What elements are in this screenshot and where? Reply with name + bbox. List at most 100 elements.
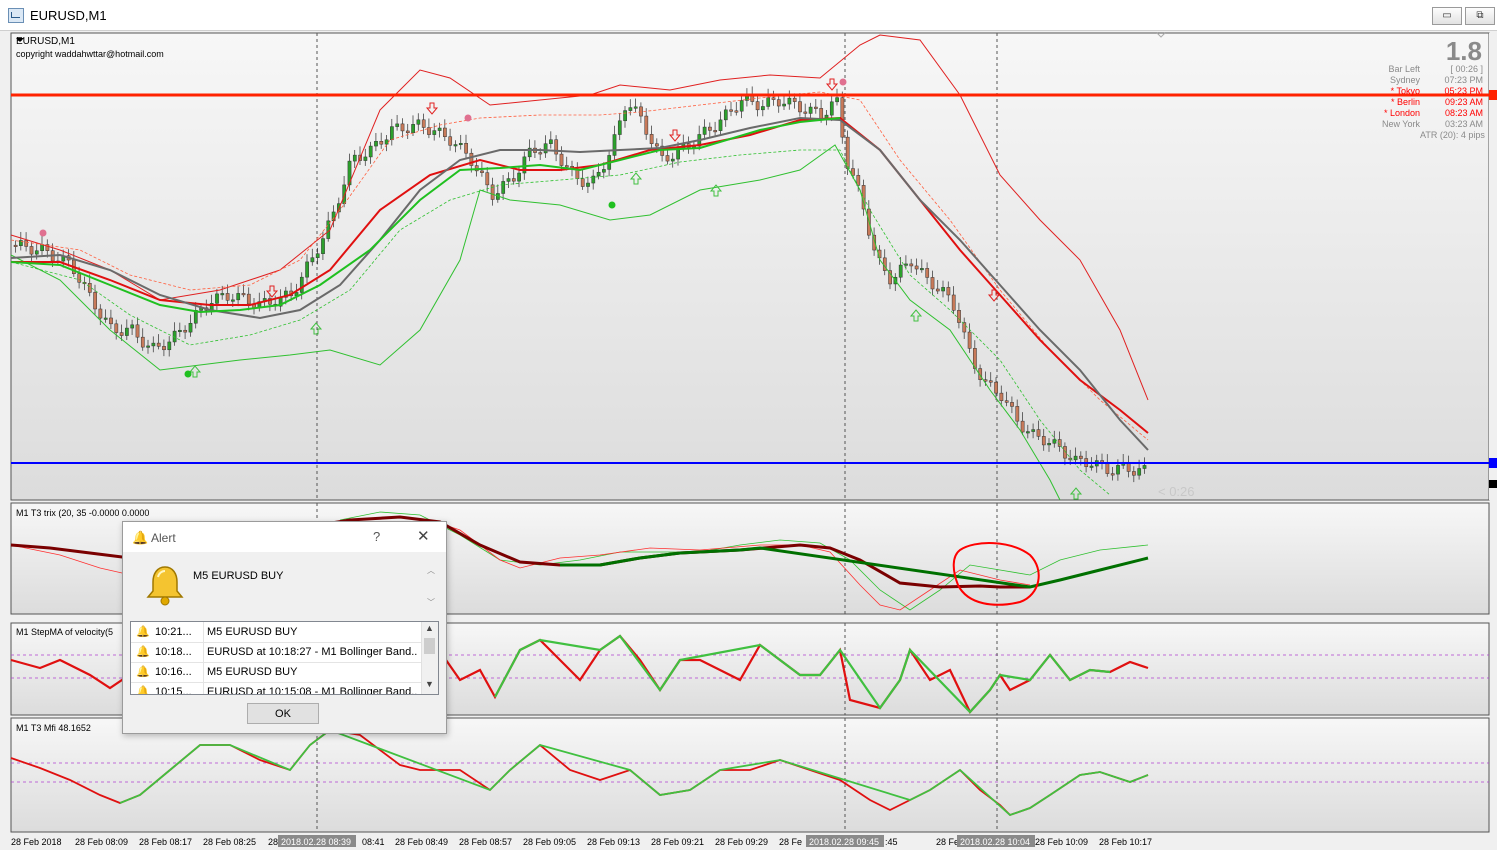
alert-history-row[interactable]: 🔔 10:18... EURUSD at 10:18:27 - M1 Bolling…: [131, 642, 421, 663]
main-price-panel[interactable]: EURUSD,M1 copyright waddahwttar@hotmail.…: [10, 32, 1490, 501]
candle: [702, 126, 707, 135]
candle: [24, 240, 29, 247]
alert-titlebar[interactable]: 🔔 Alert ? ✕: [123, 522, 446, 552]
chevron-down-icon[interactable]: ▼: [425, 679, 434, 689]
session-time: 07:23 PM: [1444, 75, 1483, 85]
alert-row-time: 10:18...: [155, 646, 192, 658]
session-time: [ 00:26 ]: [1450, 64, 1483, 74]
candle: [564, 165, 569, 168]
restore-button[interactable]: ⧉: [1465, 7, 1495, 25]
candle: [1041, 436, 1046, 446]
candle: [904, 263, 908, 266]
window-titlebar: EURUSD,M1 ▭ ⧉: [0, 0, 1497, 31]
close-button[interactable]: ✕: [417, 527, 430, 545]
candle: [580, 178, 585, 187]
candle: [29, 246, 34, 255]
candle: [1089, 465, 1094, 468]
minimize-button[interactable]: ▭: [1432, 7, 1462, 25]
session-label: * London: [1384, 108, 1420, 118]
candle: [1052, 439, 1057, 444]
candle: [156, 342, 161, 347]
time-axis-label: 28 Feb 09:29: [715, 837, 768, 847]
time-axis-label: 28 Feb 08:09: [75, 837, 128, 847]
candle: [644, 115, 649, 135]
candle: [517, 172, 521, 182]
list-scrollbar[interactable]: ▲ ▼: [421, 622, 438, 694]
candle: [178, 329, 182, 332]
candle: [586, 182, 590, 187]
ok-button[interactable]: OK: [247, 703, 319, 724]
alert-dialog[interactable]: 🔔 Alert ? ✕ M5 EURUSD BUY ︿ ﹀ 🔔 10:15... E…: [122, 521, 447, 734]
session-label: Sydney: [1390, 75, 1421, 85]
mfi-panel[interactable]: M1 T3 Mfi 48.1652: [10, 717, 1490, 833]
alert-history-list[interactable]: 🔔 10:15... EURUSD at 10:15:08 - M1 Bolling…: [130, 621, 439, 695]
candle: [1116, 465, 1120, 475]
candle: [1137, 468, 1142, 476]
candle: [151, 342, 156, 347]
alert-message: M5 EURUSD BUY: [193, 570, 284, 582]
candle: [1079, 455, 1083, 459]
candle: [1105, 462, 1110, 474]
session-time: 05:23 PM: [1444, 86, 1483, 96]
candle: [951, 294, 956, 311]
time-axis-label: 28 Feb 10:17: [1099, 837, 1152, 847]
alert-history-row[interactable]: 🔔 10:15... EURUSD at 10:15:08 - M1 Bolling…: [131, 682, 421, 695]
candle: [829, 101, 834, 116]
price-axis[interactable]: [1489, 33, 1497, 500]
candle: [427, 127, 431, 135]
candle: [506, 178, 511, 182]
candle: [835, 97, 839, 103]
candle: [453, 144, 458, 147]
candle: [739, 100, 744, 112]
alert-history-row[interactable]: 🔔 10:16... M5 EURUSD BUY: [131, 662, 421, 683]
candle: [321, 238, 325, 254]
alert-message-area: M5 EURUSD BUY ︿ ﹀: [131, 557, 437, 619]
candle: [485, 172, 490, 186]
candle: [840, 97, 845, 138]
time-axis-label: 28 Feb 09:13: [587, 837, 640, 847]
candle: [994, 381, 998, 394]
time-axis[interactable]: 28 Feb 2018 28 Feb 08:09 28 Feb 08:17 28 Fe…: [0, 833, 1497, 850]
bell-icon: 🔔: [136, 686, 150, 695]
candle: [501, 181, 506, 194]
scroll-down-icon[interactable]: ﹀: [427, 597, 435, 608]
candle: [464, 143, 468, 154]
time-axis-label: 08:41: [362, 837, 385, 847]
session-label: Bar Left: [1388, 64, 1420, 74]
candle: [1026, 431, 1030, 434]
candle: [914, 265, 919, 270]
candle: [98, 308, 103, 319]
candle: [77, 273, 82, 283]
candle: [930, 277, 935, 290]
candle: [988, 380, 993, 383]
candle: [1126, 462, 1131, 472]
candle: [125, 327, 129, 336]
candle: [437, 127, 442, 131]
candle: [246, 293, 251, 305]
candle: [782, 103, 786, 107]
alert-history-row[interactable]: 🔔 10:21... M5 EURUSD BUY: [131, 622, 421, 643]
candle: [670, 158, 675, 162]
candle: [713, 130, 718, 133]
time-axis-label: 28 Feb 2018: [11, 837, 62, 847]
candle: [395, 123, 400, 127]
candle: [925, 268, 930, 278]
session-label: New York: [1382, 119, 1421, 129]
candle: [649, 134, 654, 144]
candle: [792, 97, 797, 102]
candle: [798, 101, 802, 113]
time-axis-label: :45: [885, 837, 898, 847]
session-time: 08:23 AM: [1445, 108, 1483, 118]
candle: [87, 283, 92, 293]
candle: [103, 317, 108, 320]
spread-value: 1.8: [1446, 36, 1482, 66]
chevron-up-icon[interactable]: ▲: [425, 623, 434, 633]
candle: [946, 287, 951, 296]
candle: [34, 250, 39, 255]
scroll-up-icon[interactable]: ︿: [427, 565, 435, 576]
alert-row-text: M5 EURUSD BUY: [207, 666, 298, 678]
candle: [225, 293, 230, 301]
help-button[interactable]: ?: [373, 529, 380, 544]
scrollbar-thumb[interactable]: [424, 638, 435, 654]
candle: [188, 322, 193, 333]
